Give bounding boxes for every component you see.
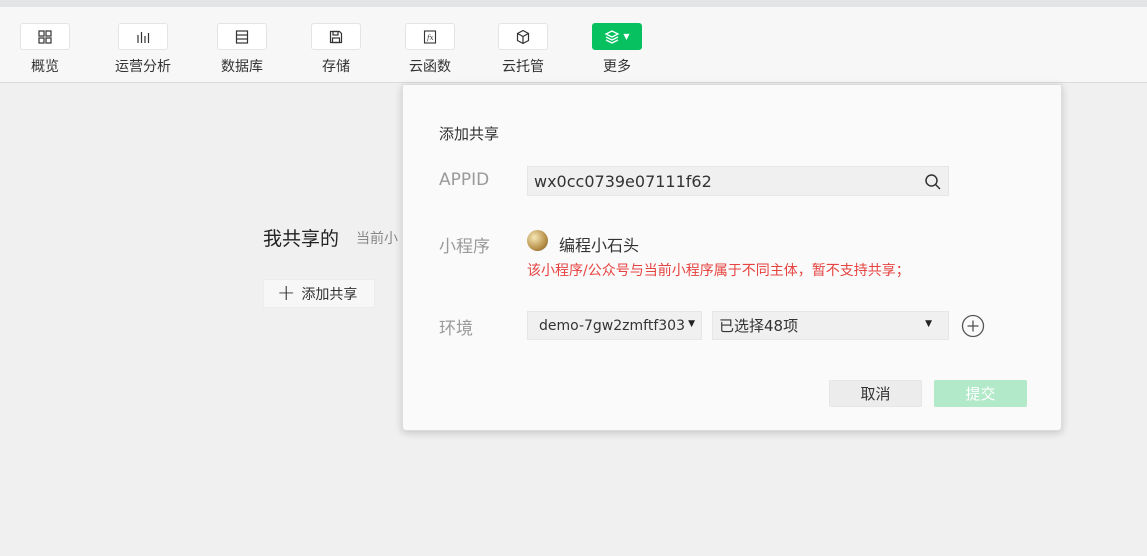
resource-multi-select[interactable]: 已选择48项 ▼ <box>712 311 949 340</box>
toolbar-label: 云函数 <box>409 59 451 75</box>
appid-value: wx0cc0739e07111f62 <box>534 171 712 191</box>
layers-icon <box>604 29 620 44</box>
appid-input[interactable]: wx0cc0739e07111f62 <box>527 166 949 196</box>
analytics-button[interactable] <box>118 23 168 50</box>
submit-button[interactable]: 提交 <box>934 380 1027 407</box>
add-share-button[interactable]: + 添加共享 <box>263 279 375 308</box>
toolbar-item-database[interactable]: 数据库 <box>197 7 287 83</box>
toolbar-label: 更多 <box>603 59 631 75</box>
toolbar-item-storage[interactable]: 存储 <box>291 7 381 83</box>
chevron-down-icon: ▼ <box>925 319 932 329</box>
database-icon <box>235 29 249 44</box>
toolbar-label: 运营分析 <box>115 59 171 75</box>
overview-button[interactable] <box>20 23 70 50</box>
search-icon[interactable] <box>924 173 942 191</box>
chevron-down-icon: ▼ <box>623 32 630 41</box>
multi-select-value: 已选择48项 <box>719 317 799 335</box>
more-button[interactable]: ▼ <box>592 23 642 50</box>
database-button[interactable] <box>217 23 267 50</box>
toolbar-label: 云托管 <box>502 59 544 75</box>
toolbar-label: 数据库 <box>221 59 263 75</box>
add-circle-icon[interactable] <box>961 314 985 338</box>
grid-icon <box>38 29 52 44</box>
appid-label: APPID <box>439 170 490 190</box>
toolbar-label: 存储 <box>322 59 350 75</box>
avatar <box>527 230 548 251</box>
save-icon <box>329 30 343 43</box>
add-share-label: 添加共享 <box>301 286 358 303</box>
environment-value: demo-7gw2zmftf303 <box>539 317 685 334</box>
window-top-strip <box>0 0 1147 7</box>
miniprogram-label: 小程序 <box>439 237 490 257</box>
storage-button[interactable] <box>311 23 361 50</box>
toolbar-item-functions[interactable]: fx 云函数 <box>385 7 475 83</box>
hosting-button[interactable] <box>498 23 548 50</box>
chevron-down-icon: ▼ <box>688 319 695 329</box>
error-message: 该小程序/公众号与当前小程序属于不同主体，暂不支持共享； <box>527 263 910 279</box>
miniprogram-name: 编程小石头 <box>559 236 640 255</box>
plus-icon: + <box>277 280 296 306</box>
toolbar: 概览 运营分析 数据库 存储 fx 云函数 云托管 ▼ 更多 <box>0 7 1147 83</box>
bar-chart-icon <box>137 31 150 43</box>
cube-icon <box>516 29 530 44</box>
toolbar-label: 概览 <box>31 59 59 75</box>
function-icon: fx <box>423 29 437 44</box>
toolbar-item-hosting[interactable]: 云托管 <box>478 7 568 83</box>
toolbar-item-more[interactable]: ▼ 更多 <box>572 7 662 83</box>
add-share-dialog: 添加共享 APPID wx0cc0739e07111f62 小程序 编程小石头 … <box>402 84 1062 431</box>
environment-label: 环境 <box>439 319 473 339</box>
environment-select[interactable]: demo-7gw2zmftf303 ▼ <box>527 311 702 340</box>
dialog-title: 添加共享 <box>439 125 500 143</box>
toolbar-item-analytics[interactable]: 运营分析 <box>98 7 188 83</box>
toolbar-item-overview[interactable]: 概览 <box>0 7 90 83</box>
page-title: 我共享的 <box>263 228 340 250</box>
page-subtitle: 当前小 <box>356 231 398 247</box>
svg-text:fx: fx <box>426 34 434 42</box>
functions-button[interactable]: fx <box>405 23 455 50</box>
cancel-button[interactable]: 取消 <box>829 380 922 407</box>
